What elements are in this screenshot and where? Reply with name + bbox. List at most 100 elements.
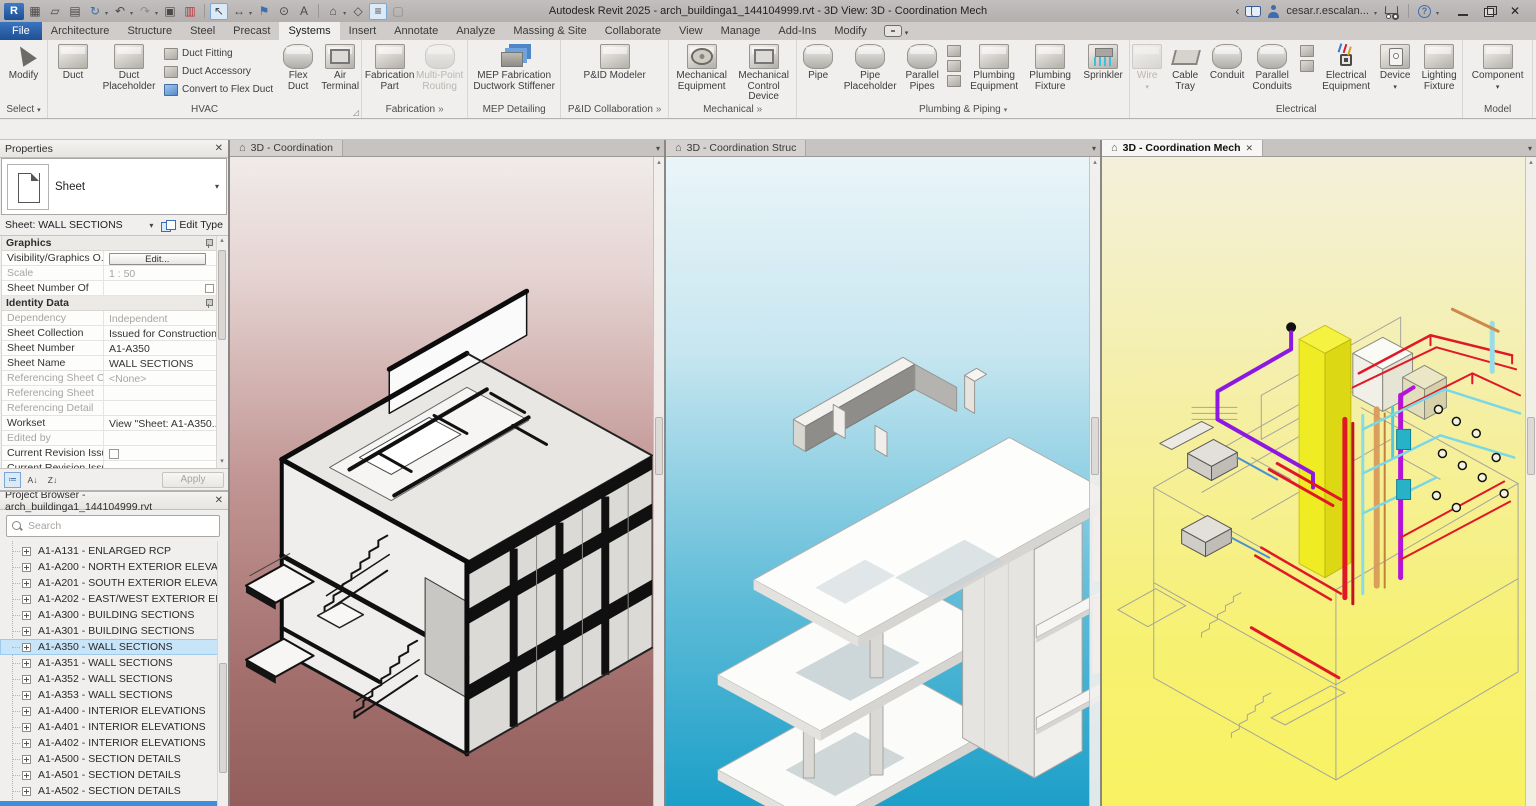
device-button[interactable]: Device [1374,41,1416,91]
list-item[interactable]: A1-A502 - SECTION DETAILS [0,783,228,799]
view-tab-coordination-struc[interactable]: 3D - Coordination Struc [666,140,806,156]
panel-caption-electrical[interactable]: Electrical [1130,103,1462,117]
scroll-up-icon[interactable] [1526,158,1536,166]
pipe-button[interactable]: Pipe [797,41,839,82]
scroll-down-icon[interactable] [217,457,227,468]
list-item[interactable]: A1-A200 - NORTH EXTERIOR ELEVATION [0,559,228,575]
tab-analyze[interactable]: Analyze [447,22,504,40]
undo-caret-icon[interactable]: ▾ [130,10,133,17]
duct-fitting-button[interactable]: Duct Fitting [164,46,273,61]
list-item[interactable]: A1-A352 - WALL SECTIONS [0,671,228,687]
list-item[interactable]: A1-A353 - WALL SECTIONS [0,687,228,703]
view-scrollbar[interactable] [653,157,664,806]
default-3d-view-icon[interactable]: ⌂ [324,3,342,20]
expand-icon[interactable] [22,563,31,572]
scrollbar-thumb[interactable] [1091,417,1099,475]
tab-view[interactable]: View [670,22,712,40]
expand-icon[interactable] [22,595,31,604]
expand-icon[interactable] [22,659,31,668]
list-item[interactable]: A1-A300 - BUILDING SECTIONS [0,607,228,623]
duct-button[interactable]: Duct [48,41,98,82]
list-item[interactable]: A1-A301 - BUILDING SECTIONS [0,623,228,639]
list-item-selected[interactable]: A1-A350 - WALL SECTIONS [0,639,228,655]
expand-icon[interactable] [22,675,31,684]
list-item[interactable]: A1-A501 - SECTION DETAILS [0,767,228,783]
close-view-icon[interactable] [1246,142,1254,154]
scroll-up-icon[interactable] [654,158,664,166]
plumbing-equipment-button[interactable]: Plumbing Equipment [965,41,1023,92]
expand-icon[interactable] [22,755,31,764]
section-graphics[interactable]: Graphics [2,236,216,251]
pipe-accessory-icon[interactable] [947,60,961,72]
save-icon[interactable]: ▤ [66,3,84,20]
expand-icon[interactable] [22,739,31,748]
sync-icon[interactable]: ↻ [86,3,104,20]
expand-icon[interactable] [22,627,31,636]
panel-caption-mep-detailing[interactable]: MEP Detailing [468,103,560,117]
collapse-infocenter-icon[interactable]: ‹ [1235,4,1239,18]
view-tab-overflow-icon[interactable] [1092,140,1100,156]
multi-point-routing-button[interactable]: Multi-Point Routing [415,41,465,92]
type-selector-caret-icon[interactable]: ▾ [215,182,226,191]
panel-caption-select[interactable]: Select [0,103,47,117]
tab-steel[interactable]: Steel [181,22,224,40]
redo-caret-icon[interactable]: ▾ [155,10,158,17]
hvac-dialog-launcher-icon[interactable]: ◿ [353,108,359,117]
panel-caption-plumbing[interactable]: Plumbing & Piping [797,103,1129,117]
plumbing-fixture-button[interactable]: Plumbing Fixture [1023,41,1077,92]
panel-caption-mechanical[interactable]: Mechanical [669,103,796,117]
property-row[interactable]: Referencing Sheet [2,386,216,401]
sprinkler-button[interactable]: Sprinkler [1077,41,1129,82]
user-name[interactable]: cesar.r.escalan... [1286,5,1369,17]
close-inactive-icon[interactable]: ▢ [389,3,407,20]
mep-fabrication-ductwork-stiffener-button[interactable]: MEP Fabrication Ductwork Stiffener [468,41,560,92]
modify-button[interactable]: Modify [3,41,45,82]
scroll-up-icon[interactable] [1090,158,1100,166]
property-row[interactable]: Referencing Detail [2,401,216,416]
property-row[interactable]: Scale 1 : 50 [2,266,216,281]
pin-icon[interactable] [205,299,212,308]
edit-type-icon[interactable] [161,220,175,231]
tab-massing-site[interactable]: Massing & Site [504,22,595,40]
list-item[interactable]: A1-A400 - INTERIOR ELEVATIONS [0,703,228,719]
expand-icon[interactable] [22,579,31,588]
dimension-caret-icon[interactable]: ▾ [249,10,252,17]
parallel-pipes-button[interactable]: Parallel Pipes [901,41,943,92]
expand-icon[interactable] [22,787,31,796]
tab-addins[interactable]: Add-Ins [769,22,825,40]
value-box[interactable] [205,284,214,293]
view-canvas-coordination-mech[interactable] [1102,157,1536,806]
revision-checkbox[interactable] [109,449,119,459]
panel-caption-hvac[interactable]: HVAC [48,103,361,117]
close-button[interactable] [1510,6,1522,17]
list-item[interactable]: A1-A401 - INTERIOR ELEVATIONS [0,719,228,735]
tab-modify[interactable]: Modify [825,22,875,40]
view-scrollbar[interactable] [1089,157,1100,806]
property-row[interactable]: Edited by [2,431,216,446]
scroll-up-icon[interactable] [217,236,227,247]
apply-button[interactable]: Apply [162,472,224,488]
user-menu-caret-icon[interactable]: ▾ [1374,10,1377,17]
redo-icon[interactable]: ↷ [136,3,154,20]
help-icon[interactable]: ? [1418,5,1431,18]
parallel-conduits-button[interactable]: Parallel Conduits [1248,41,1296,92]
properties-filter-icon[interactable]: ≔ [4,472,21,488]
cable-tray-fitting-icon[interactable] [1300,45,1314,57]
aligned-dimension-icon[interactable]: ↔ [230,3,248,20]
tab-collaborate[interactable]: Collaborate [596,22,670,40]
properties-close-icon[interactable] [215,143,223,154]
list-item[interactable]: A1-A351 - WALL SECTIONS [0,655,228,671]
property-row[interactable]: DependencyIndependent [2,311,216,326]
panel-caption-fabrication[interactable]: Fabrication [362,103,467,117]
view-tab-coordination[interactable]: 3D - Coordination [230,140,343,156]
convert-to-flex-duct-button[interactable]: Convert to Flex Duct [164,82,273,97]
store-cart-icon[interactable] [1384,6,1399,17]
property-row[interactable]: Sheet CollectionIssued for Construction [2,326,216,341]
text-icon[interactable]: A [295,3,313,20]
pipe-fitting-icon[interactable] [947,45,961,57]
wire-button[interactable]: Wire [1130,41,1164,91]
list-item[interactable]: A1-A402 - INTERIOR ELEVATIONS [0,735,228,751]
property-row[interactable]: Current Revision Issu [2,461,216,468]
tab-architecture[interactable]: Architecture [42,22,119,40]
help-caret-icon[interactable]: ▾ [1436,10,1439,17]
